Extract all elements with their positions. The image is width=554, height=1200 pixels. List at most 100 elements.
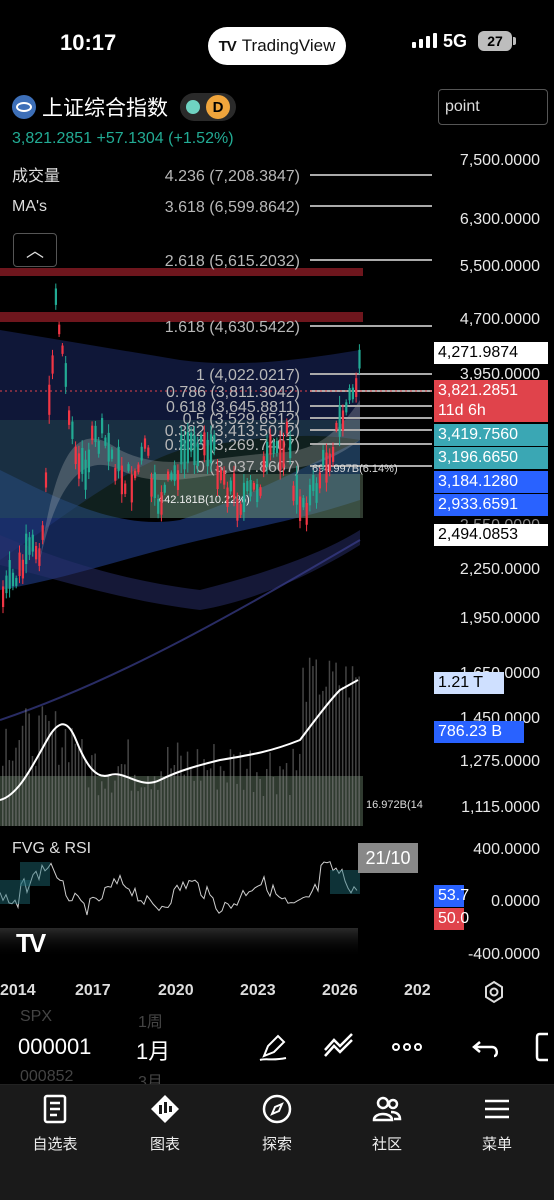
volume-bar <box>97 795 100 826</box>
indicator-label[interactable]: FVG & RSI <box>12 840 91 858</box>
symbol-selector[interactable]: 000001 <box>18 1034 91 1060</box>
price-axis-label: 6,300.0000 <box>459 211 540 228</box>
settings-gear-icon[interactable] <box>482 980 506 1004</box>
volume-bar <box>338 685 341 826</box>
volume-bar <box>295 770 298 826</box>
candle-body <box>203 432 206 456</box>
symbol-name: 上证综合指数 <box>42 97 168 120</box>
nav-explore[interactable]: 探索 <box>242 1093 312 1154</box>
candle-body <box>315 483 318 503</box>
volume-bar <box>104 788 106 826</box>
volume-bar <box>64 729 67 826</box>
app-pill[interactable]: TV TradingView <box>208 27 346 65</box>
nav-menu[interactable]: 菜单 <box>462 1093 532 1154</box>
candle-body <box>94 425 97 443</box>
volume-bar <box>15 747 17 826</box>
candle-body <box>279 439 282 471</box>
interval-selector[interactable]: 1月 <box>136 1034 170 1066</box>
volume-bar <box>233 754 235 826</box>
menu-icon <box>485 1099 509 1119</box>
volume-ma-tag: 786.23 B <box>434 721 524 743</box>
more-options-icon[interactable] <box>390 1030 424 1064</box>
symbol-header[interactable]: 上证综合指数 D <box>12 92 236 122</box>
volume-bar <box>332 671 334 826</box>
volume-bar <box>143 787 146 826</box>
candle-body <box>341 410 345 431</box>
candle-body <box>200 434 203 443</box>
volume-bar <box>91 755 93 826</box>
candle-body <box>163 484 166 493</box>
candle-body <box>114 467 117 481</box>
volume-bar <box>335 662 337 826</box>
candle-body <box>173 465 176 482</box>
status-bar: 10:17 TV TradingView 5G 27 <box>0 0 554 84</box>
price-axis-label: -400.0000 <box>467 946 540 963</box>
fullscreen-icon[interactable] <box>532 1030 554 1064</box>
candle-body <box>272 441 275 454</box>
nav-watchlist[interactable]: 自选表 <box>20 1093 90 1154</box>
candle-body <box>104 437 107 446</box>
candle-body <box>292 485 295 501</box>
candle-body <box>332 446 335 462</box>
candle-body <box>127 464 130 471</box>
candle-body <box>101 418 104 434</box>
scale-input[interactable]: point <box>438 89 548 125</box>
volume-bar <box>8 760 11 826</box>
draw-pen-icon[interactable] <box>256 1030 290 1064</box>
rsi-fade <box>0 928 358 958</box>
candle-body <box>236 499 239 521</box>
volume-bar <box>87 787 90 826</box>
time-axis[interactable]: 2014 2017 2020 2023 2026 202 <box>0 980 554 1004</box>
volume-bar <box>110 792 113 826</box>
volume-bar <box>58 764 60 826</box>
volume-label: 16.972B(14 <box>366 799 423 811</box>
fib-label: 1.618 (4,630.5422) <box>165 319 300 336</box>
volume-legend[interactable]: 成交量 <box>12 162 60 186</box>
candle-body <box>266 441 269 467</box>
candle-body <box>335 422 338 431</box>
volume-bar <box>203 759 205 826</box>
candle-body <box>229 480 232 492</box>
candle-body <box>58 324 61 335</box>
candle-body <box>74 446 77 465</box>
undo-icon[interactable] <box>470 1030 504 1064</box>
candle-body <box>275 441 279 454</box>
nav-label: 菜单 <box>481 1136 512 1153</box>
candle-body <box>31 534 34 552</box>
volume-bar <box>120 764 123 826</box>
candle-body <box>51 355 54 374</box>
time-axis-label: 2023 <box>240 982 276 999</box>
nav-chart[interactable]: 图表 <box>130 1093 200 1154</box>
ma-price-tag: 3,196.6650 <box>434 447 548 469</box>
volume-bar <box>114 780 116 826</box>
signal-icon <box>412 33 437 48</box>
candle-body <box>117 446 120 472</box>
ma-legend[interactable]: MA's <box>12 198 47 216</box>
price-axis-label: 0.0000 <box>491 893 540 910</box>
price-axis-label: 5,500.0000 <box>459 258 540 275</box>
candle-body <box>269 434 272 455</box>
volume-bar <box>292 748 294 826</box>
status-pills[interactable]: D <box>180 93 236 121</box>
candle-body <box>302 497 305 508</box>
candle-body <box>249 479 252 497</box>
candle-body <box>5 575 8 594</box>
candle-body <box>226 487 229 507</box>
candle-body <box>120 465 123 495</box>
nav-label: 社区 <box>371 1136 402 1153</box>
volume-bar <box>153 776 156 826</box>
candle-body <box>242 482 246 513</box>
nav-community[interactable]: 社区 <box>352 1093 422 1154</box>
indicators-icon[interactable] <box>322 1030 356 1064</box>
rsi-tag: 53.7 <box>434 885 469 907</box>
collapse-legend-button[interactable]: ︿ <box>13 233 57 267</box>
volume-bar <box>266 768 268 826</box>
price-axis-label: 4,700.0000 <box>459 311 540 328</box>
candle-body <box>38 548 41 566</box>
volume-bar <box>94 753 96 826</box>
candle-body <box>41 525 44 540</box>
volume-bar <box>163 777 166 826</box>
volume-bar <box>328 660 331 826</box>
volume-bar <box>186 751 189 826</box>
date-badge: 21/10 <box>358 843 418 873</box>
